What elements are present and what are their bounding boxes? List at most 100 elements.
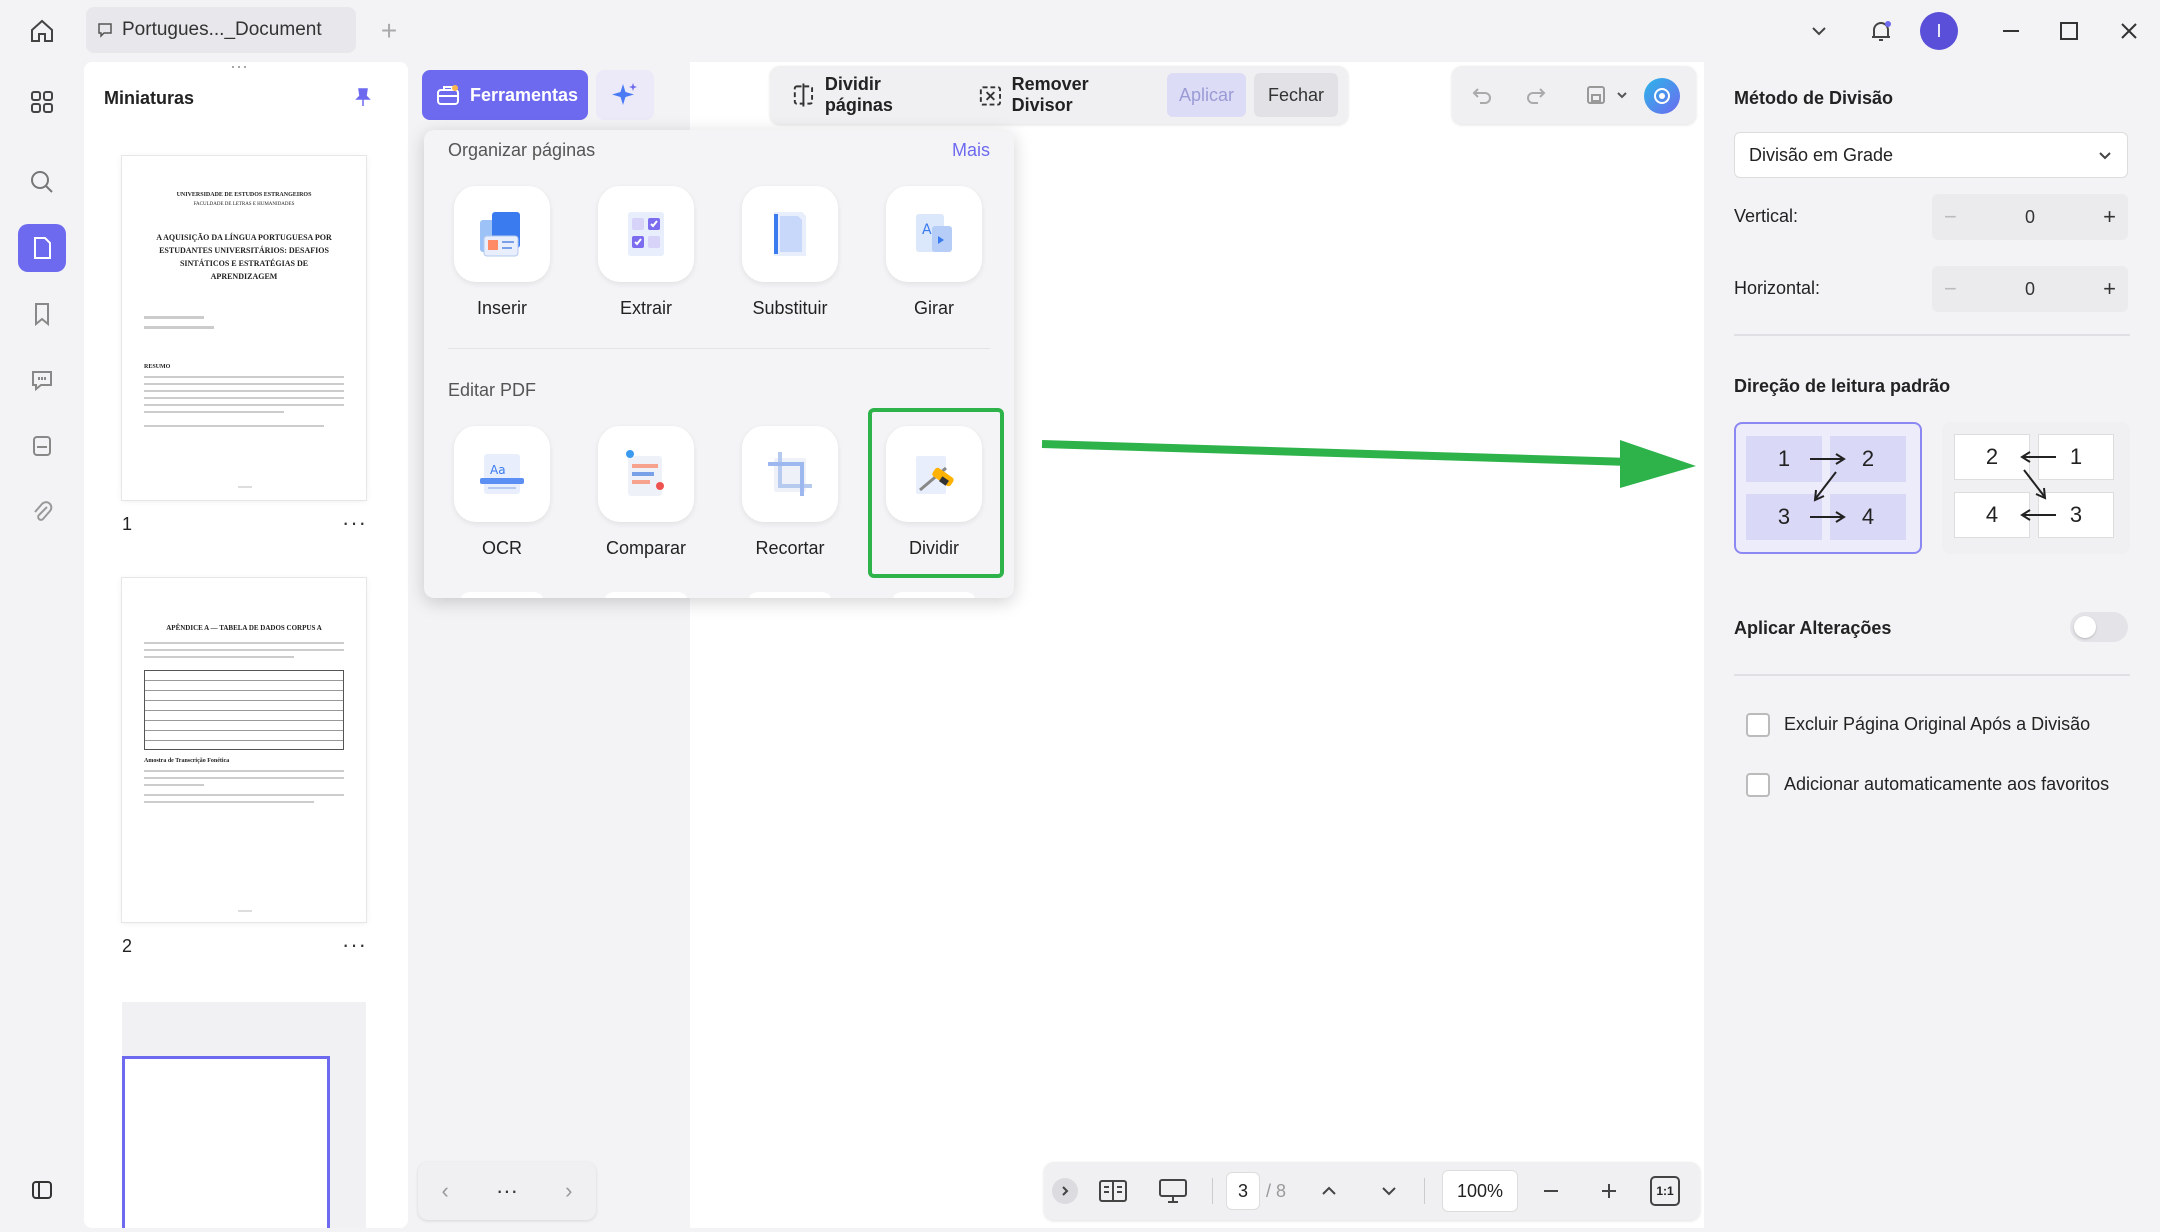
plus-icon[interactable]: + — [2103, 276, 2116, 302]
zoom-out-icon[interactable] — [1534, 1174, 1568, 1208]
new-tab-icon[interactable]: + — [372, 14, 406, 48]
apply-changes-toggle[interactable] — [2070, 612, 2128, 642]
thumbnails-title: Miniaturas — [104, 88, 195, 108]
avatar[interactable]: I — [1920, 12, 1958, 50]
thumb-text: UNIVERSIDADE DE ESTUDOS ESTRANGEIROS — [176, 192, 312, 198]
edit-toolbar — [1452, 66, 1696, 124]
minimize-icon[interactable] — [1994, 14, 2028, 48]
tool-extract[interactable]: Extrair — [586, 186, 706, 319]
page-icon[interactable] — [18, 224, 66, 272]
page-layout-icon[interactable] — [1094, 1174, 1132, 1208]
direction-arrows — [2020, 451, 2056, 521]
minus-icon[interactable]: − — [1944, 204, 1957, 230]
close-button[interactable]: Fechar — [1253, 73, 1338, 117]
svg-text:Aa: Aa — [490, 463, 506, 477]
apply-button[interactable]: Aplicar — [1166, 73, 1246, 117]
tool-compare-label: Comparar — [605, 538, 687, 558]
compare-icon — [598, 426, 694, 522]
tab-title: Portugues..._Document — [122, 19, 322, 40]
chevron-right-icon[interactable]: › — [565, 1178, 572, 1204]
divider — [1734, 334, 2130, 336]
divider — [1734, 674, 2130, 676]
page-nav-pill: ‹ ··· › — [418, 1162, 596, 1220]
horizontal-stepper[interactable]: − 0 + — [1932, 266, 2128, 312]
bookmark-icon[interactable] — [18, 290, 66, 338]
home-icon[interactable] — [22, 12, 62, 50]
thumb-text: A AQUISIÇÃO DA LÍNGUA PORTUGUESA POR — [156, 233, 332, 242]
maximize-icon[interactable] — [2052, 14, 2086, 48]
zoom-in-icon[interactable] — [1592, 1174, 1626, 1208]
actual-size-button[interactable]: 1:1 — [1650, 1176, 1680, 1206]
search-icon[interactable] — [18, 158, 66, 206]
page-thumbnail-2[interactable]: APÊNDICE A — TABELA DE DADOS CORPUS A Am… — [122, 578, 366, 922]
vertical-stepper[interactable]: − 0 + — [1932, 194, 2128, 240]
next-row-hint — [604, 592, 688, 598]
thumb-table — [144, 670, 344, 750]
annotation-arrow — [1040, 424, 1700, 514]
page-thumbnail-1[interactable]: UNIVERSIDADE DE ESTUDOS ESTRANGEIROS FAC… — [122, 156, 366, 500]
redo-icon[interactable] — [1518, 78, 1554, 112]
tools-button[interactable]: Ferramentas — [422, 70, 588, 120]
tool-crop[interactable]: Recortar — [730, 426, 850, 559]
chevron-down-icon[interactable] — [1802, 14, 1836, 48]
grid-view-icon[interactable] — [18, 78, 66, 126]
chevron-up-icon[interactable] — [1312, 1174, 1346, 1208]
next-row-hint — [748, 592, 832, 598]
document-tab[interactable]: Portugues..._Document — [86, 7, 356, 53]
direction-option-ltr[interactable]: 1 2 3 4 — [1734, 422, 1922, 554]
horizontal-label: Horizontal: — [1734, 278, 1821, 298]
sidebar-toggle-icon[interactable] — [18, 1166, 66, 1214]
attachment-icon[interactable] — [18, 488, 66, 536]
separator — [1212, 1178, 1213, 1204]
method-value: Divisão em Grade — [1749, 144, 1894, 165]
tool-crop-label: Recortar — [755, 538, 825, 558]
apply-changes-label: Aplicar Alterações — [1734, 618, 1892, 638]
chevron-left-icon[interactable]: ‹ — [442, 1178, 449, 1204]
tool-rotate[interactable]: A Girar — [874, 186, 994, 319]
tool-replace[interactable]: Substituir — [730, 186, 850, 319]
page-more-button-2[interactable]: ··· — [342, 932, 367, 958]
ai-sparkle-button[interactable] — [596, 70, 654, 120]
page-thumbnail-3[interactable] — [122, 1056, 330, 1228]
page-number-input[interactable]: 3 — [1226, 1172, 1260, 1210]
add-favorites-label: Adicionar automaticamente aos favoritos — [1784, 774, 2110, 794]
tools-label: Ferramentas — [470, 84, 579, 105]
remove-divider-button[interactable]: Remover Divisor — [967, 73, 1159, 117]
zoom-level[interactable]: 100% — [1442, 1170, 1518, 1212]
presentation-icon[interactable] — [1154, 1174, 1192, 1208]
rotate-icon: A — [886, 186, 982, 282]
section-organize-pages: Organizar páginas — [448, 140, 596, 160]
save-icon[interactable] — [1578, 78, 1614, 112]
layers-icon[interactable] — [18, 422, 66, 470]
nav-more-button[interactable]: ··· — [496, 1178, 518, 1204]
tool-ocr-label: OCR — [482, 538, 522, 558]
ai-assistant-icon[interactable] — [1644, 78, 1680, 114]
split-pages-label: Dividir páginas — [824, 74, 893, 115]
extract-icon — [598, 186, 694, 282]
direction-arrows — [1810, 453, 1846, 523]
drag-handle[interactable]: ··· — [230, 56, 248, 77]
delete-original-label: Excluir Página Original Após a Divisão — [1784, 714, 2091, 734]
undo-icon[interactable] — [1464, 78, 1500, 112]
direction-option-rtl[interactable]: 2 1 4 3 — [1942, 422, 2130, 554]
tool-ocr[interactable]: Aa OCR — [442, 426, 562, 559]
minus-icon[interactable]: − — [1944, 276, 1957, 302]
tool-compare[interactable]: Comparar — [586, 426, 706, 559]
plus-icon[interactable]: + — [2103, 204, 2116, 230]
pin-icon[interactable] — [348, 82, 378, 112]
split-pages-button[interactable]: Dividir páginas — [780, 73, 959, 117]
save-dropdown-icon[interactable] — [1612, 80, 1632, 110]
method-select[interactable]: Divisão em Grade — [1734, 132, 2128, 178]
separator — [1424, 1178, 1425, 1204]
comment-panel-icon[interactable] — [18, 356, 66, 404]
close-window-icon[interactable] — [2112, 14, 2146, 48]
chevron-down-icon[interactable] — [1372, 1174, 1406, 1208]
bell-icon[interactable] — [1862, 12, 1900, 50]
delete-original-checkbox[interactable] — [1746, 713, 1770, 737]
tool-insert[interactable]: Inserir — [442, 186, 562, 319]
page-more-button-1[interactable]: ··· — [342, 510, 367, 536]
add-favorites-checkbox[interactable] — [1746, 773, 1770, 797]
thumb-text: FACULDADE DE LETRAS E HUMANIDADES — [193, 202, 295, 207]
more-link[interactable]: Mais — [952, 140, 990, 161]
expand-icon[interactable] — [1052, 1178, 1078, 1204]
